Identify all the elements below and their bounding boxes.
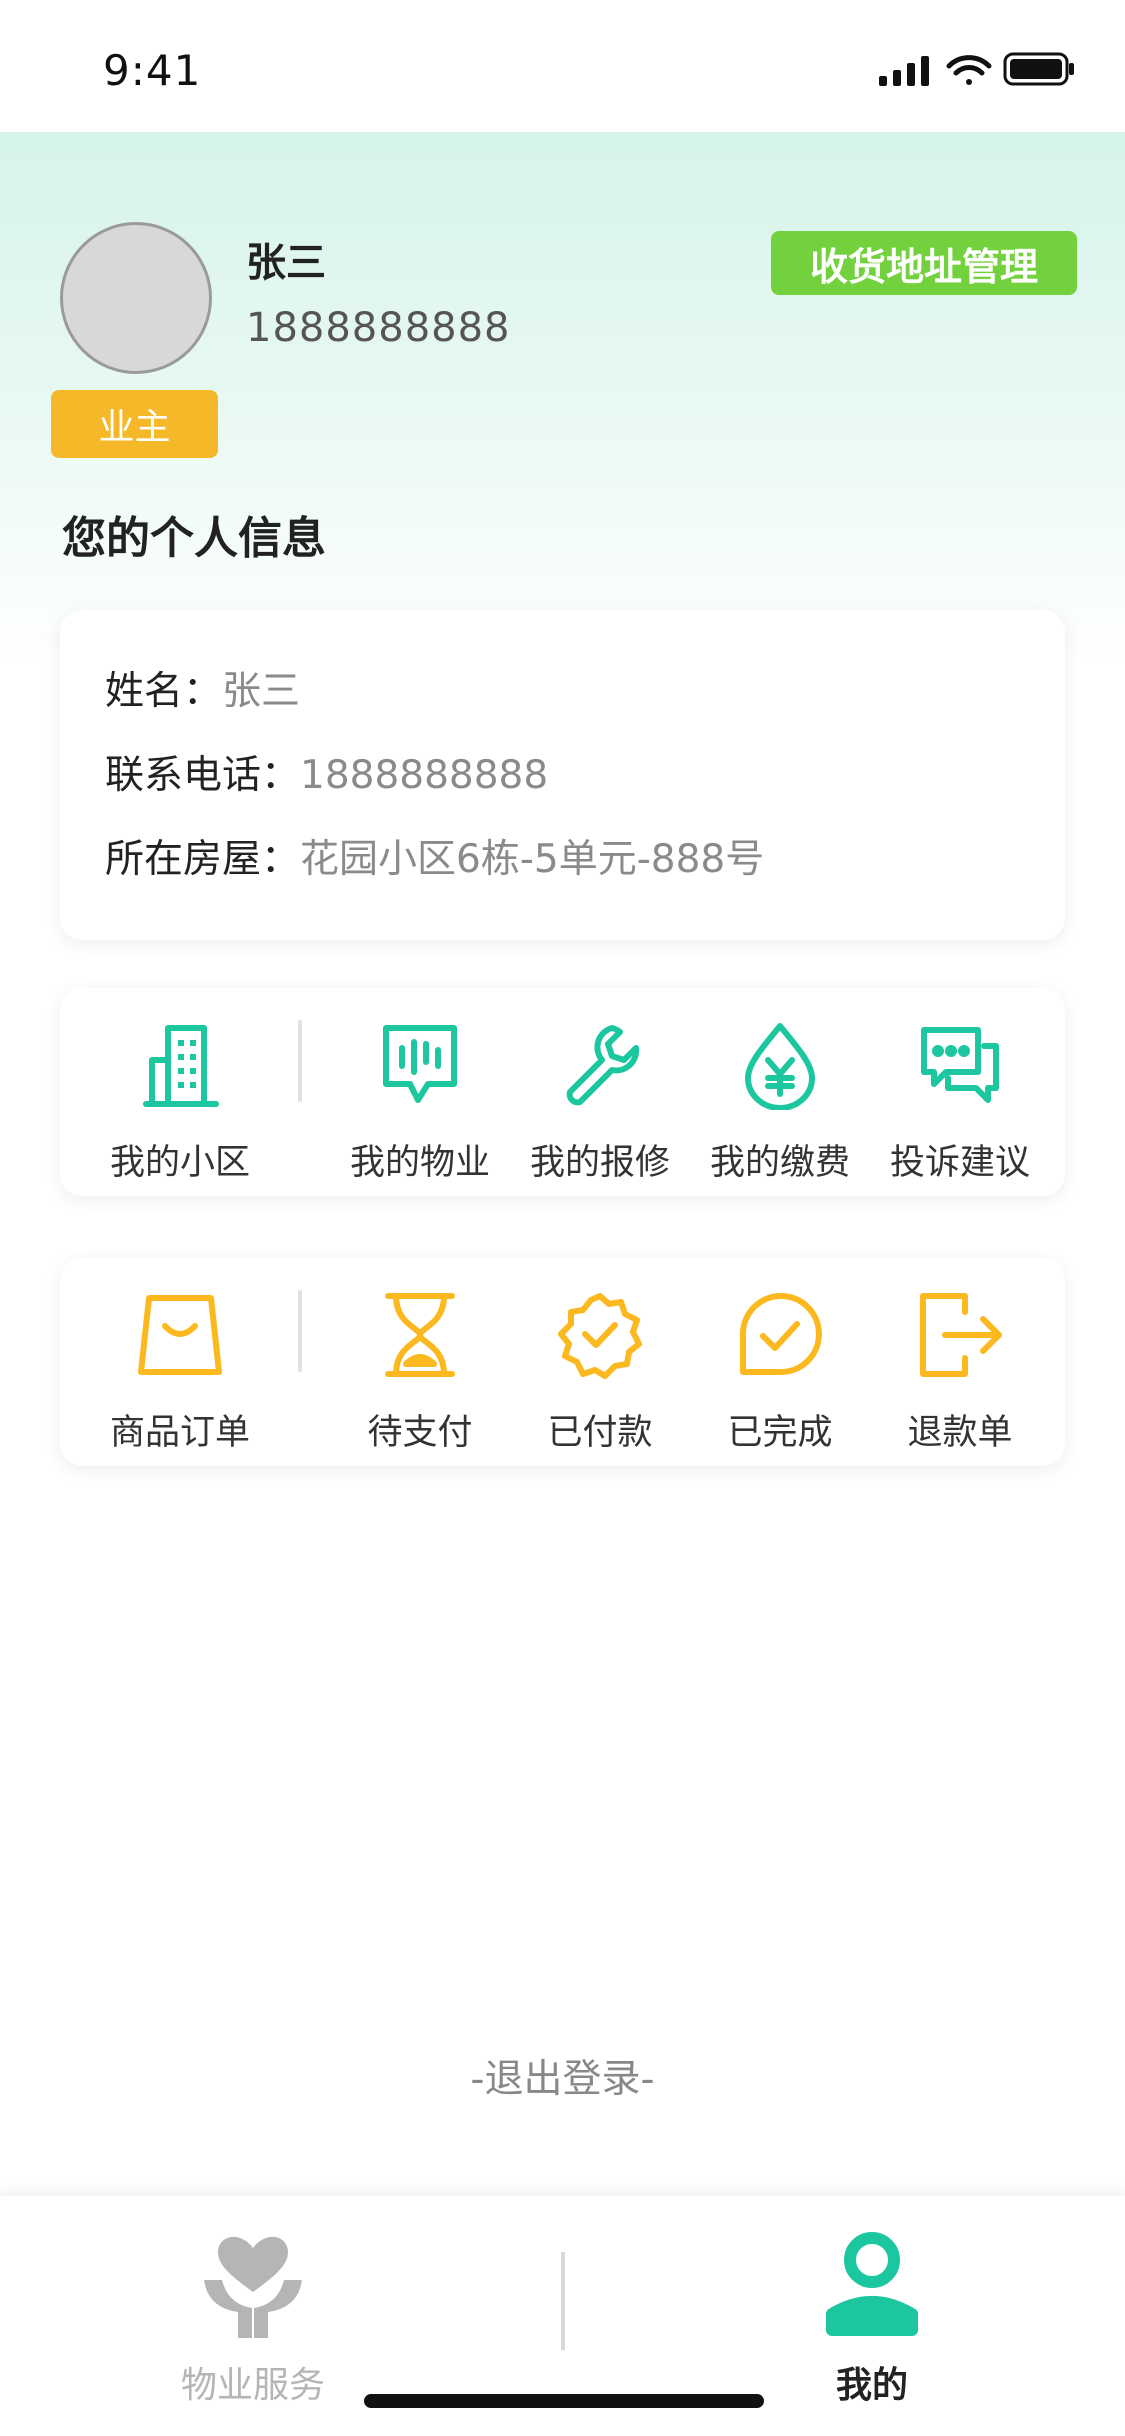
chat-bars-icon [383, 1025, 457, 1103]
tab-property-services[interactable]: 物业服务 [103, 2196, 403, 2436]
user-name: 张三 [246, 240, 326, 286]
chat-bubbles-icon [921, 1027, 999, 1103]
menu-item-my-repair[interactable]: 我的报修 [510, 988, 690, 1196]
services-card: 我的小区 我的物业 我的报修 我的缴费 投诉建议 [60, 988, 1065, 1196]
status-bar: 9:41 [0, 0, 1125, 132]
info-value: 1888888888 [300, 753, 549, 798]
tab-label: 我的 [835, 2365, 908, 2406]
heart-hands-icon [204, 2236, 302, 2338]
personal-info-title: 您的个人信息 [62, 513, 326, 564]
personal-info-card: 姓名：张三 联系电话：1888888888 所在房屋：花园小区6栋-5单元-88… [60, 610, 1065, 940]
status-icons [877, 50, 1077, 90]
menu-item-my-property[interactable]: 我的物业 [330, 988, 510, 1196]
exit-arrow-icon [920, 1293, 1002, 1377]
building-icon [143, 1025, 219, 1107]
bubble-check-icon [739, 1293, 822, 1375]
menu-label: 投诉建议 [889, 1143, 1030, 1183]
menu-label: 已完成 [727, 1413, 833, 1453]
menu-item-complaints[interactable]: 投诉建议 [870, 988, 1050, 1196]
user-phone: 1888888888 [246, 305, 511, 351]
logout-button[interactable]: -退出登录- [0, 2048, 1125, 2104]
tab-mine[interactable]: 我的 [722, 2196, 1022, 2436]
menu-label: 我的物业 [349, 1143, 490, 1183]
menu-item-refunds[interactable]: 退款单 [870, 1258, 1050, 1466]
menu-label: 我的报修 [529, 1143, 670, 1183]
status-time: 9:41 [103, 46, 202, 95]
menu-item-completed[interactable]: 已完成 [690, 1258, 870, 1466]
menu-item-my-payment[interactable]: 我的缴费 [690, 988, 870, 1196]
info-row-name: 姓名：张三 [105, 660, 300, 716]
menu-item-paid[interactable]: 已付款 [510, 1258, 690, 1466]
home-indicator [364, 2394, 764, 2408]
address-management-button[interactable]: 收货地址管理 [771, 231, 1077, 295]
info-label: 姓名： [105, 669, 223, 714]
menu-label: 我的缴费 [709, 1143, 850, 1183]
menu-label: 已付款 [547, 1413, 653, 1453]
tab-divider [561, 2252, 565, 2350]
menu-label: 退款单 [907, 1413, 1013, 1453]
battery-icon [1003, 52, 1074, 86]
menu-divider [298, 1020, 302, 1102]
hourglass-icon [385, 1293, 455, 1377]
tab-label: 物业服务 [180, 2365, 325, 2406]
wifi-icon [946, 55, 992, 85]
info-label: 联系电话： [105, 753, 301, 798]
menu-label: 我的小区 [109, 1143, 250, 1183]
wrench-icon [566, 1025, 640, 1106]
info-value: 张三 [222, 669, 301, 714]
badge-check-icon [558, 1293, 642, 1379]
info-value: 花园小区6栋-5单元-888号 [300, 837, 765, 882]
menu-divider [298, 1290, 302, 1372]
shopping-bag-icon [138, 1295, 222, 1375]
info-row-house: 所在房屋：花园小区6栋-5单元-888号 [105, 828, 764, 884]
avatar[interactable] [60, 222, 212, 374]
cellular-signal-icon [879, 56, 929, 86]
menu-label: 商品订单 [109, 1413, 250, 1453]
menu-item-my-community[interactable]: 我的小区 [90, 988, 270, 1196]
role-badge: 业主 [51, 390, 218, 458]
menu-item-product-orders[interactable]: 商品订单 [90, 1258, 270, 1466]
person-icon [826, 2232, 918, 2336]
yuan-drop-icon [745, 1023, 815, 1110]
menu-label: 待支付 [367, 1413, 473, 1453]
menu-item-pending-payment[interactable]: 待支付 [330, 1258, 510, 1466]
info-row-phone: 联系电话：1888888888 [105, 744, 548, 800]
orders-card: 商品订单 待支付 已付款 已完成 退款单 [60, 1258, 1065, 1466]
info-label: 所在房屋： [105, 837, 301, 882]
